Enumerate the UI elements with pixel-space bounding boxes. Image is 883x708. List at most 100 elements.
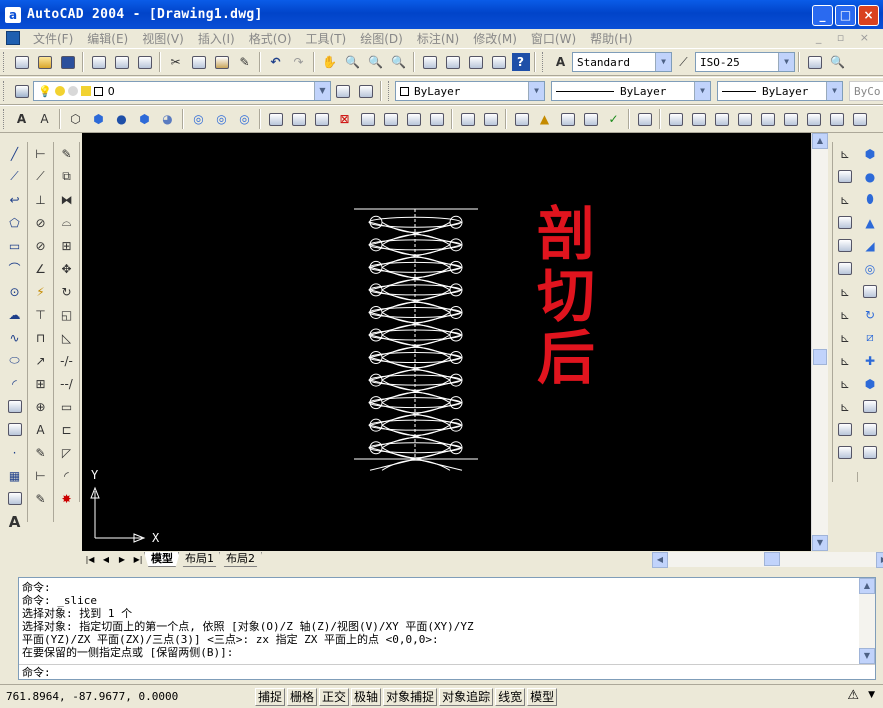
minimize-button[interactable]: _	[812, 5, 833, 26]
imprint-icon[interactable]: ▲	[535, 109, 555, 129]
dim-edit-icon[interactable]: A	[31, 420, 51, 440]
drawing-canvas[interactable]: Y X 剖切后	[82, 133, 811, 551]
face-ucs-icon[interactable]	[835, 213, 855, 233]
offset-faces-icon[interactable]	[381, 109, 401, 129]
open-icon[interactable]	[35, 52, 55, 72]
solid-torus-icon[interactable]: ◎	[860, 259, 880, 279]
next-tab-icon[interactable]: ▶	[114, 553, 130, 567]
make-block-icon[interactable]	[5, 420, 25, 440]
coordinate-readout[interactable]: 761.8964, -87.9677, 0.0000	[0, 690, 255, 703]
paste-icon[interactable]	[212, 52, 232, 72]
arc-icon[interactable]: ⌒	[5, 259, 25, 279]
scroll-up-icon[interactable]: ▲	[859, 578, 875, 594]
y-ucs-icon[interactable]: ⊾	[835, 374, 855, 394]
continuous-orbit-icon[interactable]: ◎	[212, 109, 232, 129]
bottom-view-icon[interactable]	[689, 109, 709, 129]
baseline-dim-icon[interactable]: ⊤	[31, 305, 51, 325]
osnap-toggle[interactable]: 对象捕捉	[383, 687, 438, 706]
layer-previous-icon[interactable]	[356, 81, 376, 101]
make-object-layer-current-icon[interactable]	[333, 81, 353, 101]
view-ucs-icon[interactable]	[835, 259, 855, 279]
scroll-thumb[interactable]	[813, 349, 827, 365]
hscroll-thumb[interactable]	[764, 552, 780, 566]
box-icon[interactable]: ⬡	[66, 109, 86, 129]
dim-update-icon[interactable]: ⊢	[31, 466, 51, 486]
scale-icon[interactable]: ◱	[57, 305, 77, 325]
front-view-icon[interactable]	[758, 109, 778, 129]
zoom-previous-icon[interactable]: 🔍	[389, 52, 409, 72]
solid-box-icon[interactable]: ⬢	[860, 144, 880, 164]
move-icon[interactable]: ✥	[57, 259, 77, 279]
snap-toggle[interactable]: 捕捉	[255, 687, 286, 706]
continue-dim-icon[interactable]: ⊓	[31, 328, 51, 348]
pan-icon[interactable]: ✋	[320, 52, 340, 72]
dtext-icon[interactable]: A	[35, 109, 55, 129]
object-ucs-icon[interactable]	[835, 236, 855, 256]
maximize-button[interactable]: □	[835, 5, 856, 26]
ellipse-arc-icon[interactable]: ◜	[5, 374, 25, 394]
markup-icon[interactable]	[489, 52, 509, 72]
scroll-up-icon[interactable]: ▲	[812, 133, 828, 149]
3point-ucs-icon[interactable]: ⊾	[835, 328, 855, 348]
section-icon[interactable]: ✚	[860, 351, 880, 371]
ucs-icon-btn[interactable]: ⊾	[835, 144, 855, 164]
chevron-down-icon[interactable]: ▼	[694, 82, 710, 100]
3d-orbit-icon[interactable]: ◎	[235, 109, 255, 129]
x-ucs-icon[interactable]: ⊾	[835, 351, 855, 371]
layer-tool-icon[interactable]	[805, 52, 825, 72]
extrude-icon[interactable]	[860, 282, 880, 302]
menu-edit[interactable]: 编辑(E)	[80, 30, 135, 47]
undo-icon[interactable]: ↶	[266, 52, 286, 72]
top-view-icon[interactable]	[666, 109, 686, 129]
separate-icon[interactable]	[558, 109, 578, 129]
communication-center-icon[interactable]: ⚠	[847, 688, 859, 703]
tolerance-icon[interactable]: ⊞	[31, 374, 51, 394]
menu-modify[interactable]: 修改(M)	[466, 30, 524, 47]
insert-block-icon[interactable]	[5, 397, 25, 417]
solid-wedge-icon[interactable]: ◢	[860, 236, 880, 256]
linetype-select[interactable]: ByLayer ▼	[551, 81, 711, 101]
leader-icon[interactable]: ↗	[31, 351, 51, 371]
quick-dim-icon[interactable]: ⚡	[31, 282, 51, 302]
first-tab-icon[interactable]: |◀	[82, 553, 98, 567]
revolve-icon[interactable]: ↻	[860, 305, 880, 325]
command-input-bar[interactable]: 命令:	[19, 664, 875, 679]
toolbar-grip[interactable]	[3, 52, 6, 72]
erase-icon[interactable]: ✎	[57, 144, 77, 164]
taper-faces-icon[interactable]	[458, 109, 478, 129]
solid-subtract-icon[interactable]	[289, 109, 309, 129]
polyline-icon[interactable]: ↩	[5, 190, 25, 210]
menu-dimension[interactable]: 标注(N)	[410, 30, 466, 47]
offset-icon[interactable]: ⌓	[57, 213, 77, 233]
named-views-icon[interactable]	[635, 109, 655, 129]
horizontal-scrollbar[interactable]: ◀ ▶	[652, 552, 883, 568]
ordinate-dim-icon[interactable]: ⊥	[31, 190, 51, 210]
text-icon[interactable]: A	[12, 109, 32, 129]
rotate-faces-icon[interactable]	[427, 109, 447, 129]
solid-sphere-icon[interactable]: ●	[860, 167, 880, 187]
scroll-down-icon[interactable]: ▼	[859, 648, 875, 664]
close-button[interactable]: ×	[858, 5, 879, 26]
interference-icon[interactable]: ⬢	[860, 374, 880, 394]
rotate-icon[interactable]: ↻	[57, 282, 77, 302]
break-icon[interactable]: ⊏	[57, 420, 77, 440]
named-ucs-icon[interactable]	[835, 443, 855, 463]
color-faces-icon[interactable]	[512, 109, 532, 129]
shade-icon[interactable]: ◕	[158, 109, 178, 129]
print-icon[interactable]	[89, 52, 109, 72]
hatch-icon[interactable]: ▦	[5, 466, 25, 486]
delete-faces-icon[interactable]	[404, 109, 424, 129]
tab-layout1[interactable]: 布局1	[178, 552, 221, 567]
back-view-icon[interactable]	[781, 109, 801, 129]
menu-file[interactable]: 文件(F)	[26, 30, 80, 47]
setup-view-icon[interactable]	[860, 420, 880, 440]
ortho-toggle[interactable]: 正交	[319, 687, 350, 706]
rectangle-icon[interactable]: ▭	[5, 236, 25, 256]
otrack-toggle[interactable]: 对象追踪	[439, 687, 494, 706]
explode-icon[interactable]: ✸	[57, 489, 77, 509]
diameter-dim-icon[interactable]: ⊘	[31, 236, 51, 256]
region-icon[interactable]	[5, 489, 25, 509]
dim-style-select[interactable]: ISO-25 ▼	[695, 52, 795, 72]
help-icon[interactable]: ?	[511, 53, 530, 71]
last-tab-icon[interactable]: ▶|	[130, 553, 146, 567]
